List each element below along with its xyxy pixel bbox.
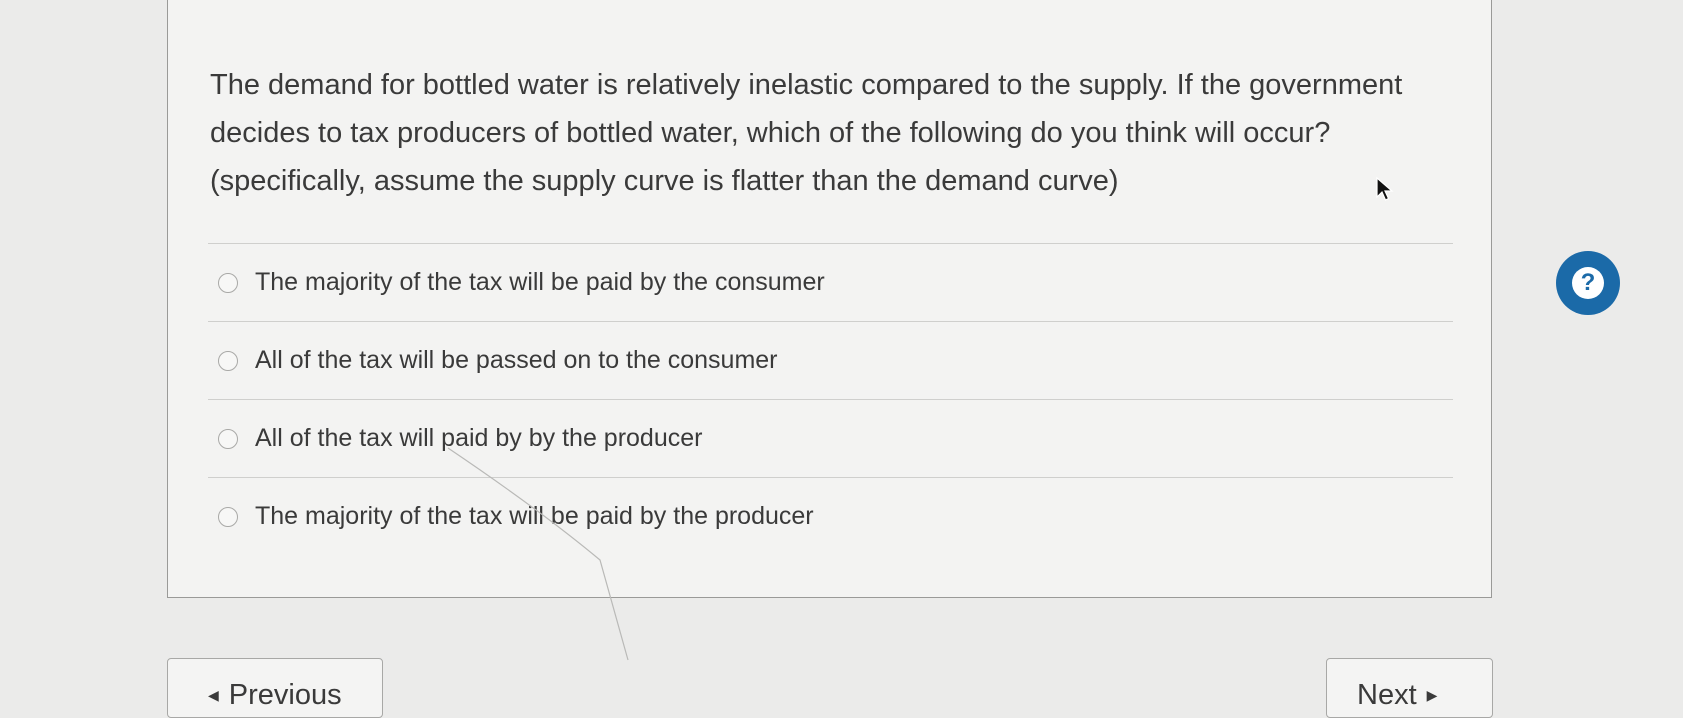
help-button[interactable]: ? bbox=[1556, 251, 1620, 315]
answer-option-2[interactable]: All of the tax will be passed on to the … bbox=[208, 322, 1453, 399]
previous-label: Previous bbox=[228, 679, 342, 711]
answer-option-4[interactable]: The majority of the tax will be paid by … bbox=[208, 478, 1453, 555]
radio-button[interactable] bbox=[218, 272, 238, 293]
arrow-left-icon: ◀ bbox=[208, 687, 219, 703]
option-label: The majority of the tax will be paid by … bbox=[255, 268, 825, 296]
answer-option-3[interactable]: All of the tax will paid by by the produ… bbox=[208, 400, 1453, 477]
radio-button[interactable] bbox=[218, 506, 238, 527]
question-prompt: The demand for bottled water is relative… bbox=[210, 69, 1403, 197]
option-label: All of the tax will paid by by the produ… bbox=[255, 424, 703, 452]
radio-button[interactable] bbox=[218, 428, 238, 449]
radio-button[interactable] bbox=[218, 350, 238, 371]
previous-button[interactable]: ◀ Previous bbox=[167, 658, 383, 718]
next-button[interactable]: Next ▶ bbox=[1326, 658, 1493, 718]
answer-options: The majority of the tax will be paid by … bbox=[208, 243, 1453, 555]
option-label: All of the tax will be passed on to the … bbox=[255, 346, 778, 374]
mouse-cursor-icon bbox=[1376, 177, 1394, 201]
option-label: The majority of the tax will be paid by … bbox=[255, 502, 814, 530]
question-card: The demand for bottled water is relative… bbox=[167, 0, 1492, 598]
question-mark-icon: ? bbox=[1572, 267, 1604, 299]
arrow-right-icon: ▶ bbox=[1426, 687, 1438, 703]
answer-option-1[interactable]: The majority of the tax will be paid by … bbox=[208, 244, 1453, 321]
next-label: Next bbox=[1357, 679, 1417, 711]
